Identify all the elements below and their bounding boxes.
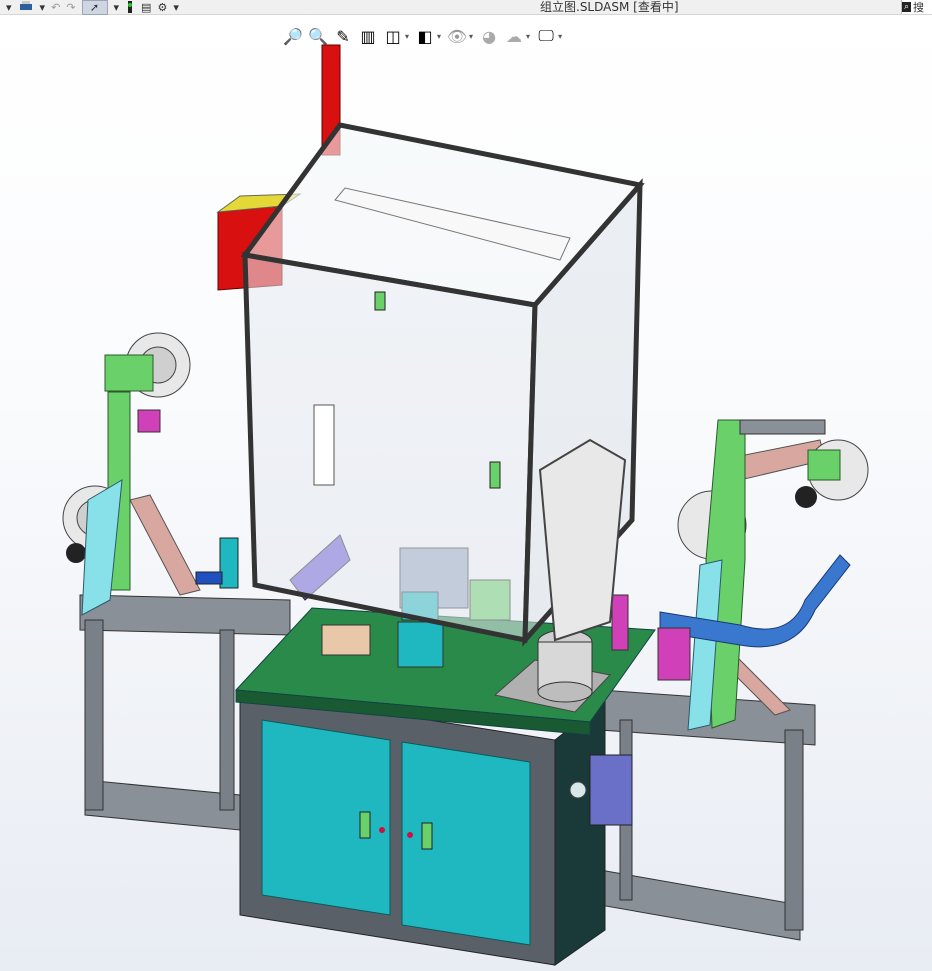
display-style-dropdown-icon[interactable]: ▾ [437, 32, 441, 41]
search-icon: ⌕ [902, 2, 912, 12]
heads-up-view-toolbar: 🔎 🔍 ✎ ▥ ◫ ▾ ◧ ▾ 👁 ▾ ◕ ☁ ▾ 🖵 ▾ [282, 24, 564, 48]
rebuild-icon[interactable] [125, 0, 135, 14]
top-toolbar: ▾ ▾ ↶ ↷ ➚ ▾ ▤ ⚙ ▾ 组立图.SLDASM [查看中] ⌕ 搜 [0, 0, 932, 15]
apply-scene-dropdown-icon[interactable]: ▾ [526, 32, 530, 41]
zoom-to-fit-icon[interactable]: 🔎 [282, 25, 304, 47]
print-dropdown-icon[interactable]: ▾ [40, 0, 46, 14]
view-orientation-icon[interactable]: ◫ [382, 25, 404, 47]
apply-scene-icon[interactable]: ☁ [503, 25, 525, 47]
view-settings-icon[interactable]: 🖵 [535, 25, 557, 47]
left-diagonal-support [129, 494, 201, 596]
assembly-model [62, 44, 869, 966]
display-style-icon[interactable]: ◧ [414, 25, 436, 47]
select-icon[interactable]: ➚ [81, 0, 108, 15]
previous-view-icon[interactable]: ✎ [332, 25, 354, 47]
dropdown-arrow-icon[interactable]: ▾ [6, 0, 12, 14]
window-title: 组立图.SLDASM [查看中] [540, 0, 679, 14]
search-label: 搜 [913, 1, 925, 14]
undo-icon[interactable]: ↶ [51, 0, 60, 14]
search-box[interactable]: ⌕ 搜 [901, 0, 932, 14]
options-dropdown-icon[interactable]: ▾ [173, 0, 179, 14]
edit-appearance-icon[interactable]: ◕ [478, 25, 500, 47]
section-view-icon[interactable]: ▥ [357, 25, 379, 47]
hide-show-icon[interactable]: 👁 [446, 25, 468, 47]
select-dropdown-icon[interactable]: ▾ [114, 0, 120, 14]
file-properties-icon[interactable]: ▤ [141, 0, 151, 14]
zoom-to-area-icon[interactable]: 🔍 [307, 25, 329, 47]
view-settings-dropdown-icon[interactable]: ▾ [558, 32, 562, 41]
view-orientation-dropdown-icon[interactable]: ▾ [405, 32, 409, 41]
print-icon[interactable] [18, 0, 34, 14]
redo-icon[interactable]: ↷ [66, 0, 75, 14]
options-icon[interactable]: ⚙ [157, 0, 167, 14]
3d-viewport[interactable] [0, 15, 932, 971]
hide-show-dropdown-icon[interactable]: ▾ [469, 32, 473, 41]
